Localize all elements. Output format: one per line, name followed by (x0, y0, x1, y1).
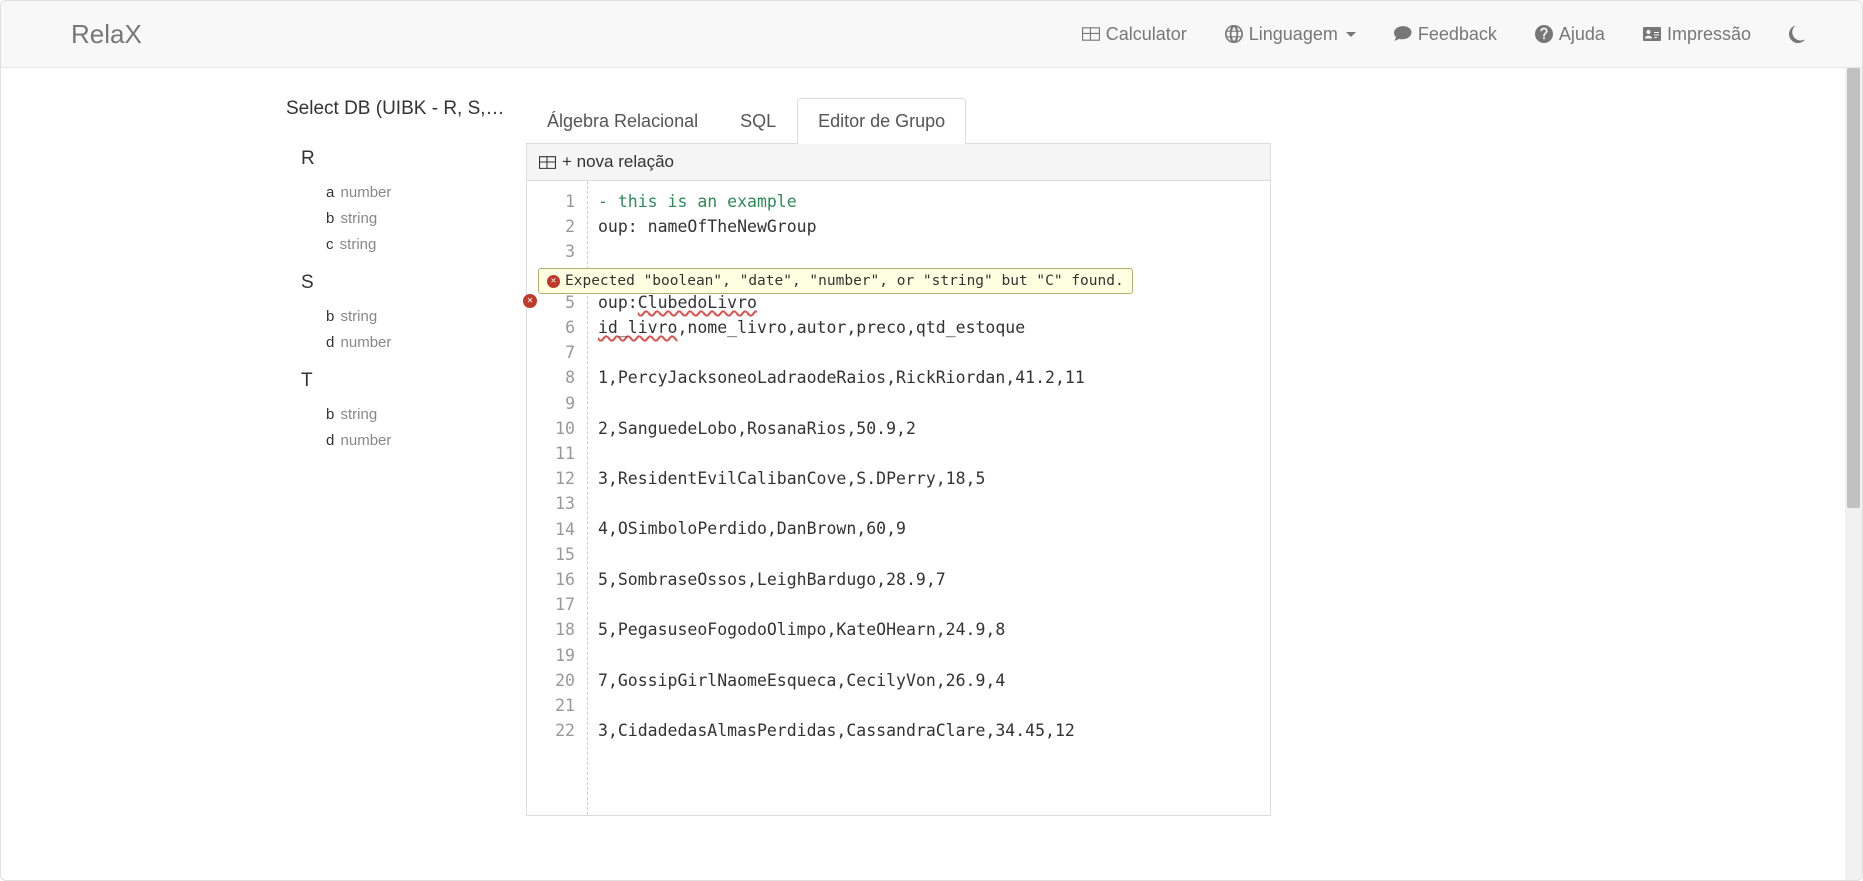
nav-calculator[interactable]: Calculator (1082, 24, 1187, 45)
code-line[interactable] (598, 642, 1270, 667)
gutter-line: 8 (527, 365, 575, 390)
scrollbar-thumb[interactable] (1847, 68, 1860, 508)
tab-relalg[interactable]: Álgebra Relacional (526, 98, 719, 144)
attr-item[interactable]: a number (326, 180, 506, 206)
id-card-icon (1643, 25, 1661, 43)
gutter-line: 21 (527, 693, 575, 718)
error-tooltip-text: Expected "boolean", "date", "number", or… (565, 273, 1124, 289)
code-line[interactable]: 3,CidadedasAlmasPerdidas,CassandraClare,… (598, 718, 1270, 743)
table-icon (539, 154, 556, 171)
code-line[interactable] (598, 693, 1270, 718)
gutter-line: 1 (527, 189, 575, 214)
attr-list: b stringd number (286, 402, 506, 454)
dark-mode-toggle[interactable] (1789, 25, 1807, 43)
gutter-line: 14 (527, 517, 575, 542)
gutter-line: 9 (527, 391, 575, 416)
code-line[interactable]: id_livro,nome_livro,autor,preco,qtd_esto… (598, 315, 1270, 340)
code-line[interactable] (598, 391, 1270, 416)
tab-group-editor[interactable]: Editor de Grupo (797, 98, 966, 144)
content: Select DB (UIBK - R, S, … Ra numberb str… (1, 68, 1862, 816)
editor-tabs: Álgebra Relacional SQL Editor de Grupo (526, 98, 1271, 144)
gutter-line: 16 (527, 567, 575, 592)
code-line[interactable] (598, 239, 1270, 264)
new-relation-button[interactable]: + nova relação (562, 152, 674, 172)
relation-S[interactable]: S (301, 272, 506, 294)
navbar: RelaX Calculator Linguagem Feedback Ajud… (1, 1, 1862, 68)
table-icon (1082, 25, 1100, 43)
relation-R[interactable]: R (301, 148, 506, 170)
code-line[interactable]: 2,SanguedeLobo,RosanaRios,50.9,2 (598, 416, 1270, 441)
chevron-down-icon (1346, 32, 1356, 37)
relation-T[interactable]: T (301, 370, 506, 392)
code-editor[interactable]: 12345✕678910111213141516171819202122 - t… (526, 181, 1271, 816)
gutter-line: 2 (527, 214, 575, 239)
tab-sql[interactable]: SQL (719, 98, 797, 144)
db-selector[interactable]: Select DB (UIBK - R, S, … (286, 98, 506, 120)
gutter-line: 12 (527, 466, 575, 491)
attr-list: b stringd number (286, 304, 506, 356)
nav-language-label: Linguagem (1249, 24, 1338, 45)
code-line[interactable]: 5,SombraseOssos,LeighBardugo,28.9,7 (598, 567, 1270, 592)
attr-list: a numberb stringc string (286, 180, 506, 258)
brand-logo[interactable]: RelaX (71, 19, 142, 50)
code-line[interactable] (598, 542, 1270, 567)
nav-language[interactable]: Linguagem (1225, 24, 1356, 45)
gutter-line: 15 (527, 542, 575, 567)
nav-print[interactable]: Impressão (1643, 24, 1751, 45)
nav-feedback-label: Feedback (1418, 24, 1497, 45)
nav-right: Calculator Linguagem Feedback Ajuda Impr… (1082, 24, 1842, 45)
globe-icon (1225, 25, 1243, 43)
attr-item[interactable]: b string (326, 206, 506, 232)
attr-item[interactable]: d number (326, 330, 506, 356)
error-icon: ✕ (547, 275, 560, 288)
page-scrollbar[interactable] (1845, 68, 1862, 880)
code-line[interactable]: 5,PegasuseoFogodoOlimpo,KateOHearn,24.9,… (598, 617, 1270, 642)
nav-print-label: Impressão (1667, 24, 1751, 45)
nav-help[interactable]: Ajuda (1535, 24, 1605, 45)
error-tooltip: ✕ Expected "boolean", "date", "number", … (538, 268, 1133, 294)
nav-feedback[interactable]: Feedback (1394, 24, 1497, 45)
code-line[interactable]: 4,OSimboloPerdido,DanBrown,60,9 (598, 516, 1270, 541)
error-marker-icon[interactable]: ✕ (523, 294, 537, 308)
sidebar: Select DB (UIBK - R, S, … Ra numberb str… (1, 98, 526, 816)
gutter-line: 19 (527, 643, 575, 668)
nav-calculator-label: Calculator (1106, 24, 1187, 45)
code-line[interactable]: oup: nameOfTheNewGroup (598, 214, 1270, 239)
gutter-line: 10 (527, 416, 575, 441)
code-line[interactable]: 1,PercyJacksoneoLadraodeRaios,RickRiorda… (598, 365, 1270, 390)
code-line[interactable]: 3,ResidentEvilCalibanCove,S.DPerry,18,5 (598, 466, 1270, 491)
attr-item[interactable]: c string (326, 232, 506, 258)
gutter-line: 6 (527, 315, 575, 340)
moon-icon (1789, 25, 1807, 43)
gutter-line: 22 (527, 718, 575, 743)
code-line[interactable] (598, 441, 1270, 466)
gutter-line: 7 (527, 340, 575, 365)
gutter-line: 17 (527, 592, 575, 617)
code-line[interactable]: - this is an example (598, 189, 1270, 214)
gutter-line: 13 (527, 491, 575, 516)
attr-item[interactable]: d number (326, 428, 506, 454)
gutter-line: 18 (527, 617, 575, 642)
code-line[interactable]: 7,GossipGirlNaomeEsqueca,CecilyVon,26.9,… (598, 668, 1270, 693)
code-line[interactable] (598, 592, 1270, 617)
gutter-line: 3 (527, 239, 575, 264)
app-window: RelaX Calculator Linguagem Feedback Ajud… (0, 0, 1863, 881)
gutter-line: 20 (527, 668, 575, 693)
comment-icon (1394, 25, 1412, 43)
gutter-line: 11 (527, 441, 575, 466)
main-panel: Álgebra Relacional SQL Editor de Grupo +… (526, 98, 1271, 816)
code-line[interactable] (598, 491, 1270, 516)
attr-item[interactable]: b string (326, 402, 506, 428)
nav-help-label: Ajuda (1559, 24, 1605, 45)
code-line[interactable] (598, 340, 1270, 365)
editor-toolbar: + nova relação (526, 144, 1271, 181)
attr-item[interactable]: b string (326, 304, 506, 330)
question-icon (1535, 25, 1553, 43)
